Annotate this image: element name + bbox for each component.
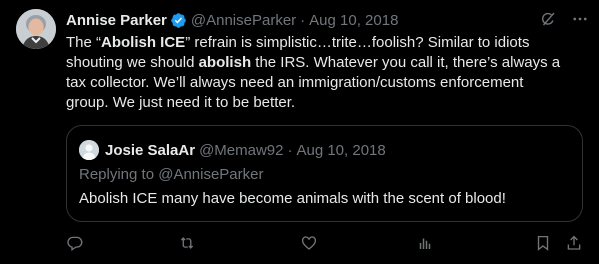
quoted-author-handle: @Memaw92 [199, 141, 284, 159]
share-icon[interactable] [564, 233, 584, 253]
separator: · [300, 11, 306, 29]
reply-icon[interactable] [65, 233, 85, 253]
action-bar [66, 233, 586, 253]
more-icon[interactable] [571, 10, 589, 28]
like-icon[interactable] [299, 233, 319, 253]
quoted-avatar [79, 140, 99, 160]
replying-to: Replying to @AnniseParker [79, 166, 264, 183]
bookmark-icon[interactable] [533, 233, 553, 253]
grok-icon[interactable] [539, 10, 557, 28]
author-handle[interactable]: @AnniseParker [191, 12, 296, 29]
tweet-text: The “Abolish ICE” refrain is simplistic…… [66, 33, 586, 113]
author-avatar[interactable] [16, 9, 56, 49]
tweet-date[interactable]: Aug 10, 2018 [309, 12, 398, 29]
quoted-author-name: Josie SalaAr [105, 141, 196, 159]
tweet-line: The “Abolish ICE” refrain is simplistic…… [66, 34, 530, 51]
views-icon[interactable] [415, 233, 435, 253]
quoted-tweet[interactable]: Josie SalaAr @Memaw92 · Aug 10, 2018 Rep… [66, 125, 583, 222]
tweet-line: tax collector. We’ll always need an immi… [66, 74, 524, 91]
retweet-icon[interactable] [177, 233, 197, 253]
tweet-line: shouting we should abolish the IRS. What… [66, 54, 561, 71]
quoted-text: Abolish ICE many have become animals wit… [79, 190, 506, 207]
tweet-line: group. We just need it to be better. [66, 94, 296, 111]
verified-badge-icon[interactable] [170, 12, 187, 29]
quoted-header: Josie SalaAr @Memaw92 · Aug 10, 2018 [79, 140, 386, 160]
author-name[interactable]: Annise Parker [66, 12, 167, 29]
tweet-header: Annise Parker @AnniseParker · Aug 10, 20… [66, 10, 589, 30]
separator: · [287, 141, 293, 159]
quoted-date: Aug 10, 2018 [296, 141, 386, 159]
